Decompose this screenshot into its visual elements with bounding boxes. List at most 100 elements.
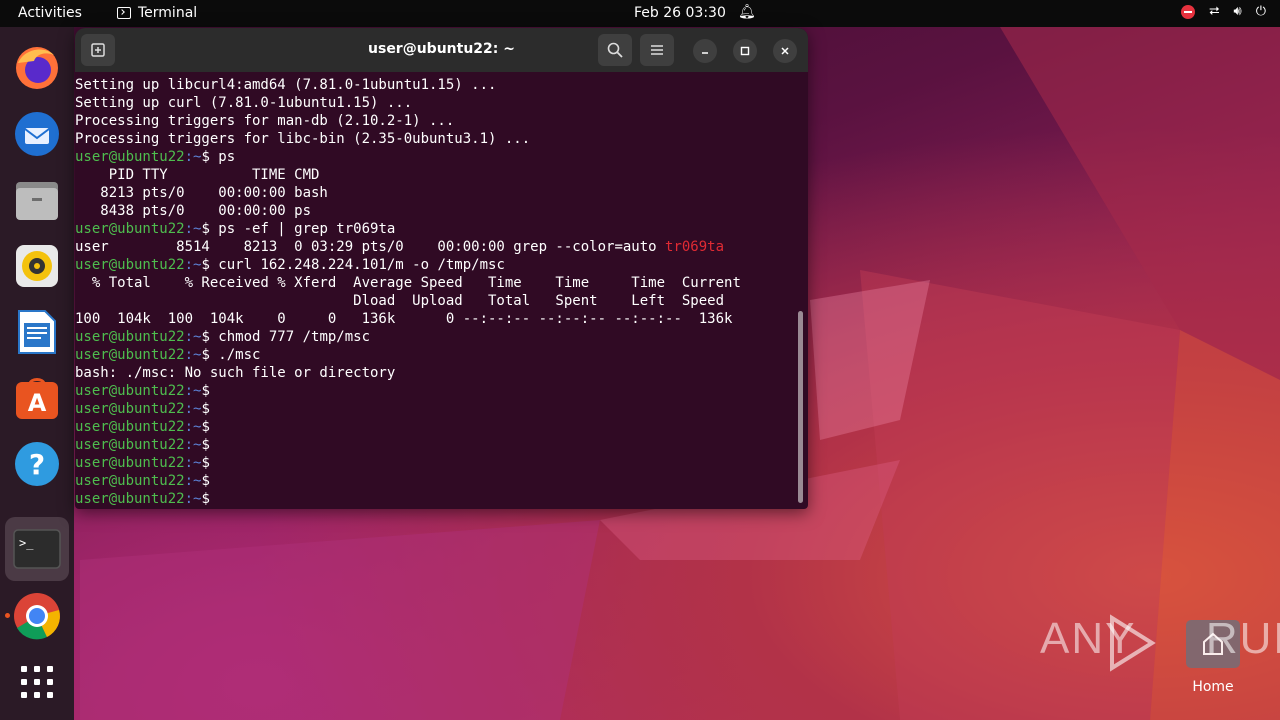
command-text: curl 162.248.224.101/m -o /tmp/msc bbox=[209, 257, 505, 273]
prompt-symbol: $ bbox=[201, 419, 210, 435]
prompt-user: user@ubuntu22 bbox=[75, 419, 185, 435]
close-icon bbox=[781, 47, 789, 55]
hamburger-icon bbox=[651, 45, 663, 55]
terminal-line: user@ubuntu22:~$ bbox=[75, 472, 808, 490]
terminal-line: 8213 pts/0 00:00:00 bash bbox=[75, 184, 808, 202]
minimize-button[interactable] bbox=[693, 39, 717, 63]
prompt-path: :~ bbox=[184, 455, 202, 471]
power-icon: ⏻ bbox=[1255, 4, 1266, 19]
prompt-symbol: $ bbox=[201, 401, 210, 417]
close-button[interactable] bbox=[773, 39, 797, 63]
stop-icon bbox=[1181, 4, 1196, 19]
prompt-user: user@ubuntu22 bbox=[75, 329, 185, 345]
help-icon: ? bbox=[15, 442, 59, 486]
grid-icon bbox=[21, 666, 53, 698]
output-text: bash: ./msc: No such file or directory bbox=[75, 365, 396, 381]
firefox-icon bbox=[16, 47, 58, 89]
menu-button[interactable] bbox=[640, 34, 674, 66]
command-text: ps -ef | grep tr069ta bbox=[209, 221, 396, 237]
prompt-symbol: $ bbox=[201, 347, 210, 363]
prompt-user: user@ubuntu22 bbox=[75, 473, 185, 489]
terminal-titlebar[interactable]: user@ubuntu22: ~ bbox=[75, 28, 808, 72]
terminal-line: user@ubuntu22:~$ ps -ef | grep tr069ta bbox=[75, 220, 808, 238]
prompt-symbol: $ bbox=[201, 257, 210, 273]
dock-item-writer[interactable] bbox=[12, 307, 62, 357]
svg-text:A: A bbox=[28, 389, 47, 417]
terminal-line: Processing triggers for man-db (2.10.2-1… bbox=[75, 112, 808, 130]
terminal-line: Dload Upload Total Spent Left Speed bbox=[75, 292, 808, 310]
maximize-button[interactable] bbox=[733, 39, 757, 63]
terminal-line: user@ubuntu22:~$ bbox=[75, 382, 808, 400]
chrome-icon bbox=[14, 593, 60, 640]
files-icon bbox=[16, 182, 58, 220]
prompt-symbol: $ bbox=[201, 473, 210, 489]
prompt-user: user@ubuntu22 bbox=[75, 491, 185, 507]
dock-item-help[interactable]: ? bbox=[12, 439, 62, 489]
minimize-icon bbox=[702, 52, 708, 54]
prompt-symbol: $ bbox=[201, 149, 210, 165]
search-button[interactable] bbox=[598, 34, 632, 66]
terminal-line: 100 104k 100 104k 0 0 136k 0 --:--:-- --… bbox=[75, 310, 808, 328]
prompt-symbol: $ bbox=[201, 329, 210, 345]
clock[interactable]: Feb 26 03:30 bbox=[634, 5, 726, 21]
terminal-line: user@ubuntu22:~$ bbox=[75, 436, 808, 454]
output-text: Processing triggers for libc-bin (2.35-0… bbox=[75, 131, 531, 147]
terminal-line: user@ubuntu22:~$ bbox=[75, 418, 808, 436]
terminal-line: Setting up curl (7.81.0-1ubuntu1.15) ... bbox=[75, 94, 808, 112]
volume-icon: 🔊︎ bbox=[1233, 4, 1242, 19]
prompt-symbol: $ bbox=[201, 383, 210, 399]
activities-button[interactable]: Activities bbox=[18, 5, 82, 21]
prompt-path: :~ bbox=[184, 383, 202, 399]
terminal-line: user@ubuntu22:~$ bbox=[75, 490, 808, 508]
terminal-window[interactable]: user@ubuntu22: ~ Setting up libcurl4:amd… bbox=[75, 28, 808, 509]
output-text: 100 104k 100 104k 0 0 136k 0 --:--:-- --… bbox=[75, 311, 733, 327]
prompt-path: :~ bbox=[184, 347, 202, 363]
dock-item-terminal[interactable]: >_ bbox=[5, 517, 69, 581]
svg-text:>_: >_ bbox=[19, 536, 34, 550]
dock-item-files[interactable] bbox=[12, 175, 62, 225]
dock-item-show-apps[interactable] bbox=[12, 657, 62, 707]
terminal-line: bash: ./msc: No such file or directory bbox=[75, 364, 808, 382]
system-tray[interactable]: ⮂ 🔊︎ ⏻ bbox=[1181, 4, 1266, 19]
prompt-user: user@ubuntu22 bbox=[75, 383, 185, 399]
dock-item-chrome[interactable] bbox=[12, 591, 62, 641]
prompt-path: :~ bbox=[184, 419, 202, 435]
terminal-output[interactable]: Setting up libcurl4:amd64 (7.81.0-1ubunt… bbox=[75, 72, 808, 509]
output-text: Dload Upload Total Spent Left Speed bbox=[75, 293, 725, 309]
dock: A ? >_ bbox=[0, 27, 74, 720]
app-menu[interactable]: Terminal bbox=[117, 5, 197, 21]
terminal-line: % Total % Received % Xferd Average Speed… bbox=[75, 274, 808, 292]
output-text: Processing triggers for man-db (2.10.2-1… bbox=[75, 113, 455, 129]
terminal-icon: >_ bbox=[13, 529, 61, 569]
dock-item-rhythmbox[interactable] bbox=[12, 241, 62, 291]
prompt-symbol: $ bbox=[201, 221, 210, 237]
prompt-user: user@ubuntu22 bbox=[75, 401, 185, 417]
command-text: ./msc bbox=[209, 347, 261, 363]
search-icon bbox=[607, 42, 623, 58]
prompt-path: :~ bbox=[184, 257, 202, 273]
terminal-line: 8438 pts/0 00:00:00 ps bbox=[75, 202, 808, 220]
output-text: % Total % Received % Xferd Average Speed… bbox=[75, 275, 741, 291]
dock-item-thunderbird[interactable] bbox=[12, 109, 62, 159]
prompt-user: user@ubuntu22 bbox=[75, 257, 185, 273]
rhythmbox-icon bbox=[16, 245, 58, 287]
home-folder-label[interactable]: Home bbox=[1182, 679, 1244, 695]
dock-item-app-center[interactable]: A bbox=[12, 373, 62, 423]
command-text: chmod 777 /tmp/msc bbox=[209, 329, 371, 345]
prompt-user: user@ubuntu22 bbox=[75, 347, 185, 363]
prompt-path: :~ bbox=[184, 149, 202, 165]
output-text: PID TTY TIME CMD bbox=[75, 167, 320, 183]
prompt-symbol: $ bbox=[201, 491, 210, 507]
output-text: user 8514 8213 0 03:29 pts/0 00:00:00 gr… bbox=[75, 239, 666, 255]
terminal-line: Processing triggers for libc-bin (2.35-0… bbox=[75, 130, 808, 148]
terminal-line: user@ubuntu22:~$ chmod 777 /tmp/msc bbox=[75, 328, 808, 346]
prompt-user: user@ubuntu22 bbox=[75, 455, 185, 471]
grep-match-highlight: tr069ta bbox=[665, 239, 725, 255]
prompt-symbol: $ bbox=[201, 437, 210, 453]
app-center-icon: A bbox=[16, 378, 58, 419]
terminal-scrollbar[interactable] bbox=[798, 311, 803, 503]
writer-icon bbox=[18, 310, 56, 354]
prompt-user: user@ubuntu22 bbox=[75, 149, 185, 165]
terminal-small-icon bbox=[117, 7, 131, 19]
dock-item-firefox[interactable] bbox=[12, 43, 62, 93]
